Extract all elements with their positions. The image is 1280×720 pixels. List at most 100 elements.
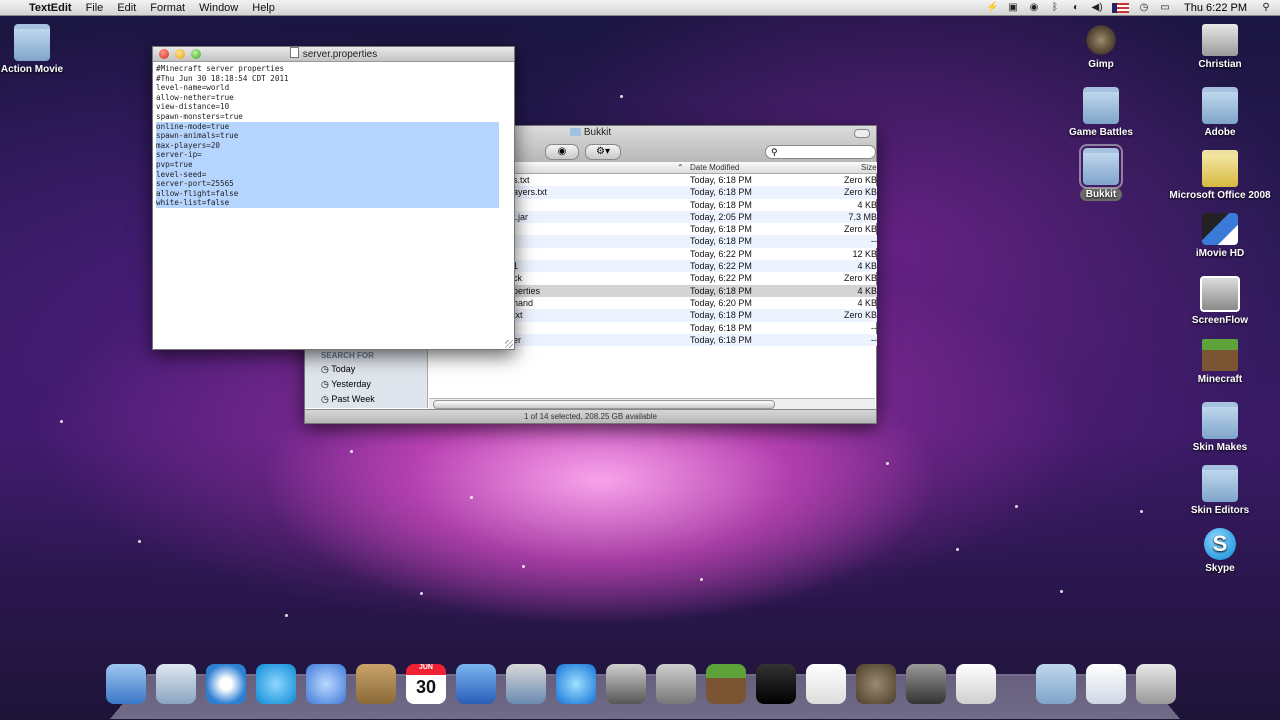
time-machine-icon[interactable]: ◷: [1138, 2, 1150, 13]
app-menu[interactable]: TextEdit: [22, 2, 79, 14]
preview-icon[interactable]: [956, 664, 996, 704]
document-line[interactable]: view-distance=10: [156, 102, 511, 112]
terminal-icon[interactable]: [756, 664, 796, 704]
bluetooth-icon[interactable]: ᛒ: [1049, 2, 1061, 13]
file-date: Today, 6:18 PM: [690, 224, 752, 235]
resize-grip-icon[interactable]: [505, 340, 513, 348]
close-button[interactable]: [159, 49, 169, 59]
desktop-icon-minecraft[interactable]: Minecraft: [1170, 339, 1270, 385]
menubar-clock[interactable]: Thu 6:22 PM: [1180, 2, 1251, 14]
applications-folder-icon[interactable]: [1036, 664, 1076, 704]
file-name: hand: [513, 297, 534, 308]
column-size[interactable]: Size: [861, 162, 877, 173]
document-line[interactable]: #Thu Jun 30 18:18:54 CDT 2011: [156, 74, 511, 84]
document-line[interactable]: level-name=world: [156, 83, 511, 93]
desktop-icon-screenflow[interactable]: ScreenFlow: [1170, 276, 1270, 326]
file-size: --: [871, 334, 877, 345]
screenflow-icon[interactable]: [906, 664, 946, 704]
input-flag-icon[interactable]: [1112, 2, 1130, 13]
desktop-icon-game-battles[interactable]: Game Battles: [1051, 87, 1151, 138]
toolbar-toggle-button[interactable]: [854, 129, 870, 138]
horizontal-scrollbar[interactable]: [429, 398, 875, 409]
desktop-icon-skin-editors[interactable]: Skin Editors: [1170, 465, 1270, 516]
document-line[interactable]: spawn-animals=true: [156, 131, 499, 141]
folder-icon: [1202, 87, 1238, 124]
desktop-icon-christian[interactable]: Christian: [1170, 24, 1270, 70]
menu-window[interactable]: Window: [192, 2, 245, 14]
sidebar-item-past-week[interactable]: ◷ Past Week: [305, 390, 427, 405]
desktop-icon-adobe[interactable]: Adobe: [1170, 87, 1270, 138]
finder-icon[interactable]: [106, 664, 146, 704]
column-date-modified[interactable]: Date Modified: [690, 162, 739, 173]
spotlight-icon[interactable]: ⚲: [1260, 2, 1272, 13]
file-size: --: [871, 322, 877, 333]
search-field[interactable]: ⚲: [765, 145, 876, 159]
file-date: Today, 6:18 PM: [690, 236, 752, 247]
document-line[interactable]: online-mode=true: [156, 121, 499, 132]
documents-stack-icon[interactable]: [1086, 664, 1126, 704]
ichat-icon[interactable]: [306, 664, 346, 704]
menu-bar: TextEdit File Edit Format Window Help ⚡ …: [0, 0, 1280, 16]
volume-icon[interactable]: ◀): [1091, 2, 1103, 13]
word-icon[interactable]: [456, 664, 496, 704]
action-menu-button[interactable]: ⚙▾: [585, 144, 621, 160]
skype-icon[interactable]: [256, 664, 296, 704]
ical-icon[interactable]: JUN 30: [406, 664, 446, 704]
document-line[interactable]: white-list=false: [156, 198, 499, 208]
clock-icon: ◷: [321, 364, 329, 374]
battery-icon[interactable]: ▭: [1159, 2, 1171, 13]
file-date: Today, 6:18 PM: [690, 310, 752, 321]
safari-icon[interactable]: [206, 664, 246, 704]
screenflow-icon: [1200, 276, 1240, 312]
document-line[interactable]: allow-nether=true: [156, 93, 511, 103]
iphoto-icon[interactable]: [506, 664, 546, 704]
itunes-icon[interactable]: [556, 664, 596, 704]
document-line[interactable]: #Minecraft server properties: [156, 64, 511, 74]
flash-icon[interactable]: ⚡: [986, 2, 998, 13]
document-line[interactable]: server-ip=: [156, 150, 499, 160]
sidebar-item-yesterday[interactable]: ◷ Yesterday: [305, 375, 427, 390]
finder-sidebar: SEARCH FOR ◷ Today ◷ Yesterday ◷ Past We…: [305, 348, 428, 408]
desktop-icon-skype[interactable]: S Skype: [1170, 528, 1270, 574]
file-name: s.txt: [513, 175, 530, 185]
trash-icon[interactable]: [1136, 664, 1176, 704]
menu-format[interactable]: Format: [143, 2, 192, 14]
mail-icon[interactable]: [156, 664, 196, 704]
gimp-icon[interactable]: [856, 664, 896, 704]
address-book-icon[interactable]: [356, 664, 396, 704]
search-icon: ⚲: [771, 147, 778, 157]
desktop-icon-imovie-hd[interactable]: iMovie HD: [1170, 213, 1270, 259]
file-date: Today, 6:18 PM: [690, 199, 752, 210]
desktop-icon-gimp[interactable]: Gimp: [1051, 24, 1151, 70]
desktop-icon-microsoft-office-2008[interactable]: Microsoft Office 2008: [1160, 150, 1280, 201]
sidebar-item-today[interactable]: ◷ Today: [305, 360, 427, 375]
menu-file[interactable]: File: [79, 2, 111, 14]
screenflow-menu-icon[interactable]: ▣: [1007, 2, 1019, 13]
file-size: Zero KB: [843, 175, 877, 185]
scroll-thumb[interactable]: [433, 400, 775, 409]
menu-edit[interactable]: Edit: [110, 2, 143, 14]
file-date: Today, 6:18 PM: [690, 334, 752, 345]
imovie-icon: [1202, 213, 1238, 245]
spaces-icon[interactable]: [606, 664, 646, 704]
document-line[interactable]: max-players=20: [156, 140, 499, 151]
document-line[interactable]: pvp=true: [156, 159, 499, 170]
desktop-icon-action-movie[interactable]: Action Movie: [0, 24, 82, 75]
menu-help[interactable]: Help: [245, 2, 282, 14]
document-line[interactable]: spawn-monsters=true: [156, 112, 511, 122]
quick-look-button[interactable]: ◉: [545, 144, 579, 160]
zoom-button[interactable]: [191, 49, 201, 59]
textedit-icon[interactable]: [806, 664, 846, 704]
camera-icon[interactable]: ◉: [1028, 2, 1040, 13]
sync-icon[interactable]: ◐: [1070, 2, 1082, 13]
desktop-icon-skin-makes[interactable]: Skin Makes: [1170, 402, 1270, 453]
document-text-area[interactable]: #Minecraft server properties #Thu Jun 30 …: [153, 62, 514, 210]
document-line[interactable]: allow-flight=false: [156, 188, 499, 199]
document-line[interactable]: server-port=25565: [156, 179, 499, 189]
document-line[interactable]: level-seed=: [156, 169, 499, 180]
minimize-button[interactable]: [175, 49, 185, 59]
hard-drive-icon: [1202, 24, 1238, 56]
system-preferences-icon[interactable]: [656, 664, 696, 704]
desktop-icon-bukkit[interactable]: Bukkit: [1051, 144, 1151, 201]
minecraft-icon[interactable]: [706, 664, 746, 704]
